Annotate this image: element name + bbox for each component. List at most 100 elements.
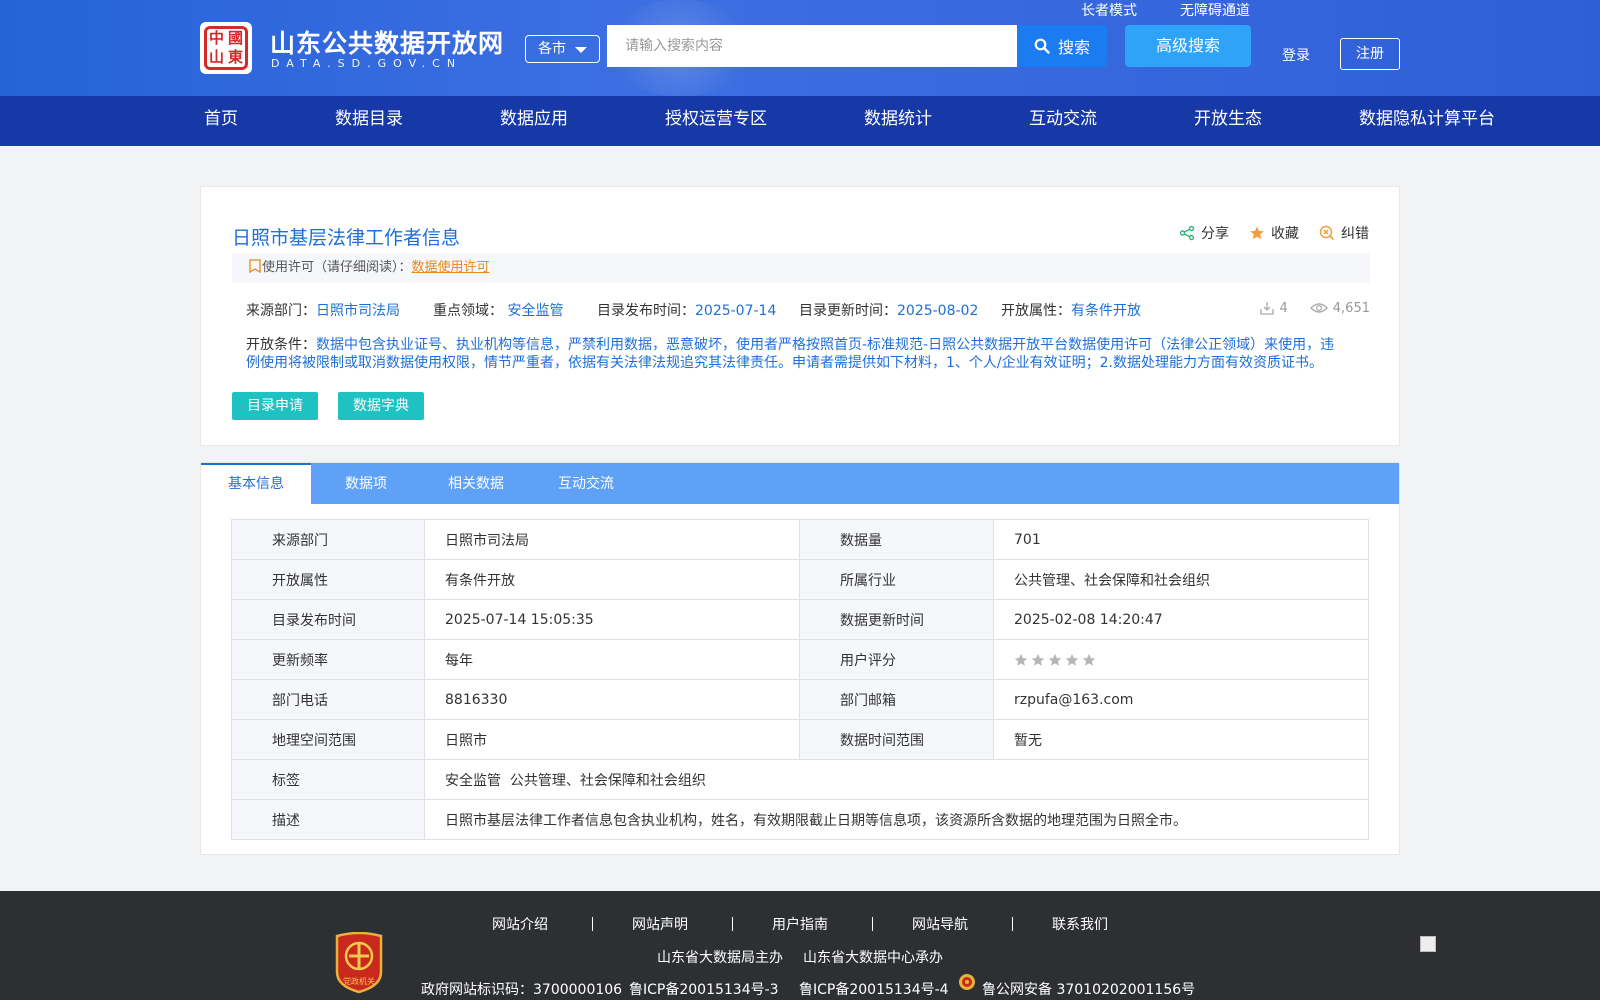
field-label: 来源部门 (231, 519, 425, 560)
catalog-apply-button[interactable]: 目录申请 (232, 392, 318, 420)
field-label: 部门电话 (231, 679, 425, 720)
tab-interaction[interactable]: 互动交流 (531, 463, 641, 504)
footer-link-statement[interactable]: 网站声明 (632, 914, 688, 934)
site-title[interactable]: 山东公共数据开放网 (270, 24, 504, 60)
open-conditions: 开放条件：数据中包含执业证号、执业机构等信息，严禁利用数据，恶意破坏，使用者严格… (246, 337, 1335, 371)
search-button-label: 搜索 (1057, 38, 1090, 57)
data-dictionary-button[interactable]: 数据字典 (338, 392, 424, 420)
field-value: 暂无 (993, 719, 1369, 760)
footer-link-guide[interactable]: 用户指南 (772, 914, 828, 934)
meta-domain-link[interactable]: 安全监管 (507, 303, 563, 319)
party-gov-badge-icon[interactable]: 党政机关 (333, 932, 385, 994)
site-domain: DATA.SD.GOV.CN (271, 57, 463, 70)
field-value: 有条件开放 (424, 559, 800, 600)
site-header: 中 國 山 東 山东公共数据开放网 DATA.SD.GOV.CN 各市 搜索 高… (0, 0, 1600, 96)
search-input[interactable] (607, 25, 1017, 67)
report-error-button[interactable]: 纠错 (1319, 223, 1369, 243)
open-conditions-text: 数据中包含执业证号、执业机构等信息，严禁利用数据，恶意破坏，使用者严格按照首页-… (246, 337, 1335, 371)
footer-link-sitemap[interactable]: 网站导航 (912, 914, 968, 934)
rating-star-icon[interactable] (1014, 653, 1028, 667)
field-label: 数据量 (799, 519, 994, 560)
login-link[interactable]: 登录 (1282, 45, 1310, 65)
rating-star-icon[interactable] (1082, 653, 1096, 667)
table-row: 来源部门 日照市司法局 数据量 701 (231, 519, 1369, 560)
footer-link-contact[interactable]: 联系我们 (1052, 914, 1108, 934)
meta-open-attr: 开放属性：有条件开放 (1001, 303, 1141, 319)
favorite-button[interactable]: 收藏 (1249, 223, 1299, 243)
site-footer: 网站介绍 网站声明 用户指南 网站导航 联系我们 党政机关 山东省大数据局主办 … (0, 891, 1600, 1000)
meta-update-date: 目录更新时间：2025-08-02 (799, 303, 979, 319)
footer-icp-3[interactable]: 鲁ICP备20015134号-3 (629, 979, 779, 999)
meta-source-link[interactable]: 日照市司法局 (316, 303, 400, 319)
footer-divider (732, 917, 733, 931)
detail-tabs: 基本信息 数据项 相关数据 互动交流 (201, 463, 1399, 504)
field-label: 描述 (231, 799, 425, 840)
license-link[interactable]: 数据使用许可 (412, 260, 490, 275)
user-rating[interactable] (993, 639, 1369, 680)
dataset-detail-card: 基本信息 数据项 相关数据 互动交流 来源部门 日照市司法局 数据量 701 开… (200, 462, 1400, 855)
tab-data-items[interactable]: 数据项 (311, 463, 421, 504)
nav-item-interaction[interactable]: 互动交流 (1029, 96, 1097, 146)
field-label: 用户评分 (799, 639, 994, 680)
field-label: 开放属性 (231, 559, 425, 600)
advanced-search-button[interactable]: 高级搜索 (1125, 25, 1251, 67)
nav-item-apps[interactable]: 数据应用 (500, 96, 568, 146)
meta-publish-date: 目录发布时间：2025-07-14 (597, 303, 777, 319)
nav-item-home[interactable]: 首页 (204, 96, 238, 146)
download-icon (1259, 302, 1274, 315)
rating-stars[interactable] (1014, 653, 1348, 667)
table-row: 目录发布时间 2025-07-14 15:05:35 数据更新时间 2025-0… (231, 599, 1369, 640)
nav-item-privacy-computing[interactable]: 数据隐私计算平台 (1359, 96, 1495, 146)
dataset-actions: 分享 收藏 纠错 (1179, 223, 1369, 243)
basic-info-table: 来源部门 日照市司法局 数据量 701 开放属性 有条件开放 所属行业 公共管理… (231, 519, 1369, 840)
field-label: 部门邮箱 (799, 679, 994, 720)
register-button[interactable]: 注册 (1340, 38, 1400, 70)
tags-value: 安全监管 公共管理、社会保障和社会组织 (424, 759, 1369, 800)
table-row: 开放属性 有条件开放 所属行业 公共管理、社会保障和社会组织 (231, 559, 1369, 600)
rating-star-icon[interactable] (1065, 653, 1079, 667)
tab-related-data[interactable]: 相关数据 (421, 463, 531, 504)
field-label: 更新频率 (231, 639, 425, 680)
license-bar: 使用许可（请仔细阅读）：数据使用许可 (232, 253, 1370, 283)
nav-item-authorized-ops[interactable]: 授权运营专区 (665, 96, 767, 146)
footer-divider (592, 917, 593, 931)
share-icon (1179, 225, 1195, 241)
meta-domain: 重点领域： 安全监管 (433, 303, 564, 319)
license-label: 使用许可（请仔细阅读）： (262, 260, 412, 275)
elder-mode-link[interactable]: 长者模式 (1081, 0, 1137, 20)
table-row: 更新频率 每年 用户评分 (231, 639, 1369, 680)
footer-icp-4[interactable]: 鲁ICP备20015134号-4 (799, 979, 949, 999)
table-row: 标签 安全监管 公共管理、社会保障和社会组织 (231, 759, 1369, 800)
tab-basic-info[interactable]: 基本信息 (201, 463, 311, 504)
footer-link-about[interactable]: 网站介绍 (492, 914, 548, 934)
nav-item-catalog[interactable]: 数据目录 (335, 96, 403, 146)
site-logo-seal[interactable]: 中 國 山 東 (200, 22, 252, 74)
seal-icon: 中 國 山 東 (204, 26, 248, 70)
city-select[interactable]: 各市 (525, 35, 600, 63)
footer-divider (872, 917, 873, 931)
rating-star-icon[interactable] (1048, 653, 1062, 667)
police-badge-icon (959, 974, 975, 990)
share-button[interactable]: 分享 (1179, 223, 1229, 243)
nav-item-ecosystem[interactable]: 开放生态 (1194, 96, 1262, 146)
field-value: 701 (993, 519, 1369, 560)
field-label: 地理空间范围 (231, 719, 425, 760)
error-report-icon (1319, 225, 1335, 241)
footer-host: 山东省大数据局主办 (657, 950, 783, 966)
search-button[interactable]: 搜索 (1017, 25, 1107, 67)
table-row: 描述 日照市基层法律工作者信息包含执业机构，姓名，有效期限截止日期等信息项，该资… (231, 799, 1369, 840)
dataset-title: 日照市基层法律工作者信息 (232, 227, 461, 249)
broken-image-icon[interactable] (1420, 936, 1436, 952)
field-label: 数据时间范围 (799, 719, 994, 760)
party-badge-text: 党政机关 (343, 976, 375, 986)
accessibility-link[interactable]: 无障碍通道 (1180, 0, 1250, 20)
field-label: 目录发布时间 (231, 599, 425, 640)
table-row: 部门电话 8816330 部门邮箱 rzpufa@163.com (231, 679, 1369, 720)
nav-item-stats[interactable]: 数据统计 (864, 96, 932, 146)
rating-star-icon[interactable] (1031, 653, 1045, 667)
footer-police-record[interactable]: 鲁公网安备 37010202001156号 (982, 979, 1195, 999)
field-value: 日照市司法局 (424, 519, 800, 560)
field-value: rzpufa@163.com (993, 679, 1369, 720)
field-value: 8816330 (424, 679, 800, 720)
table-row: 地理空间范围 日照市 数据时间范围 暂无 (231, 719, 1369, 760)
